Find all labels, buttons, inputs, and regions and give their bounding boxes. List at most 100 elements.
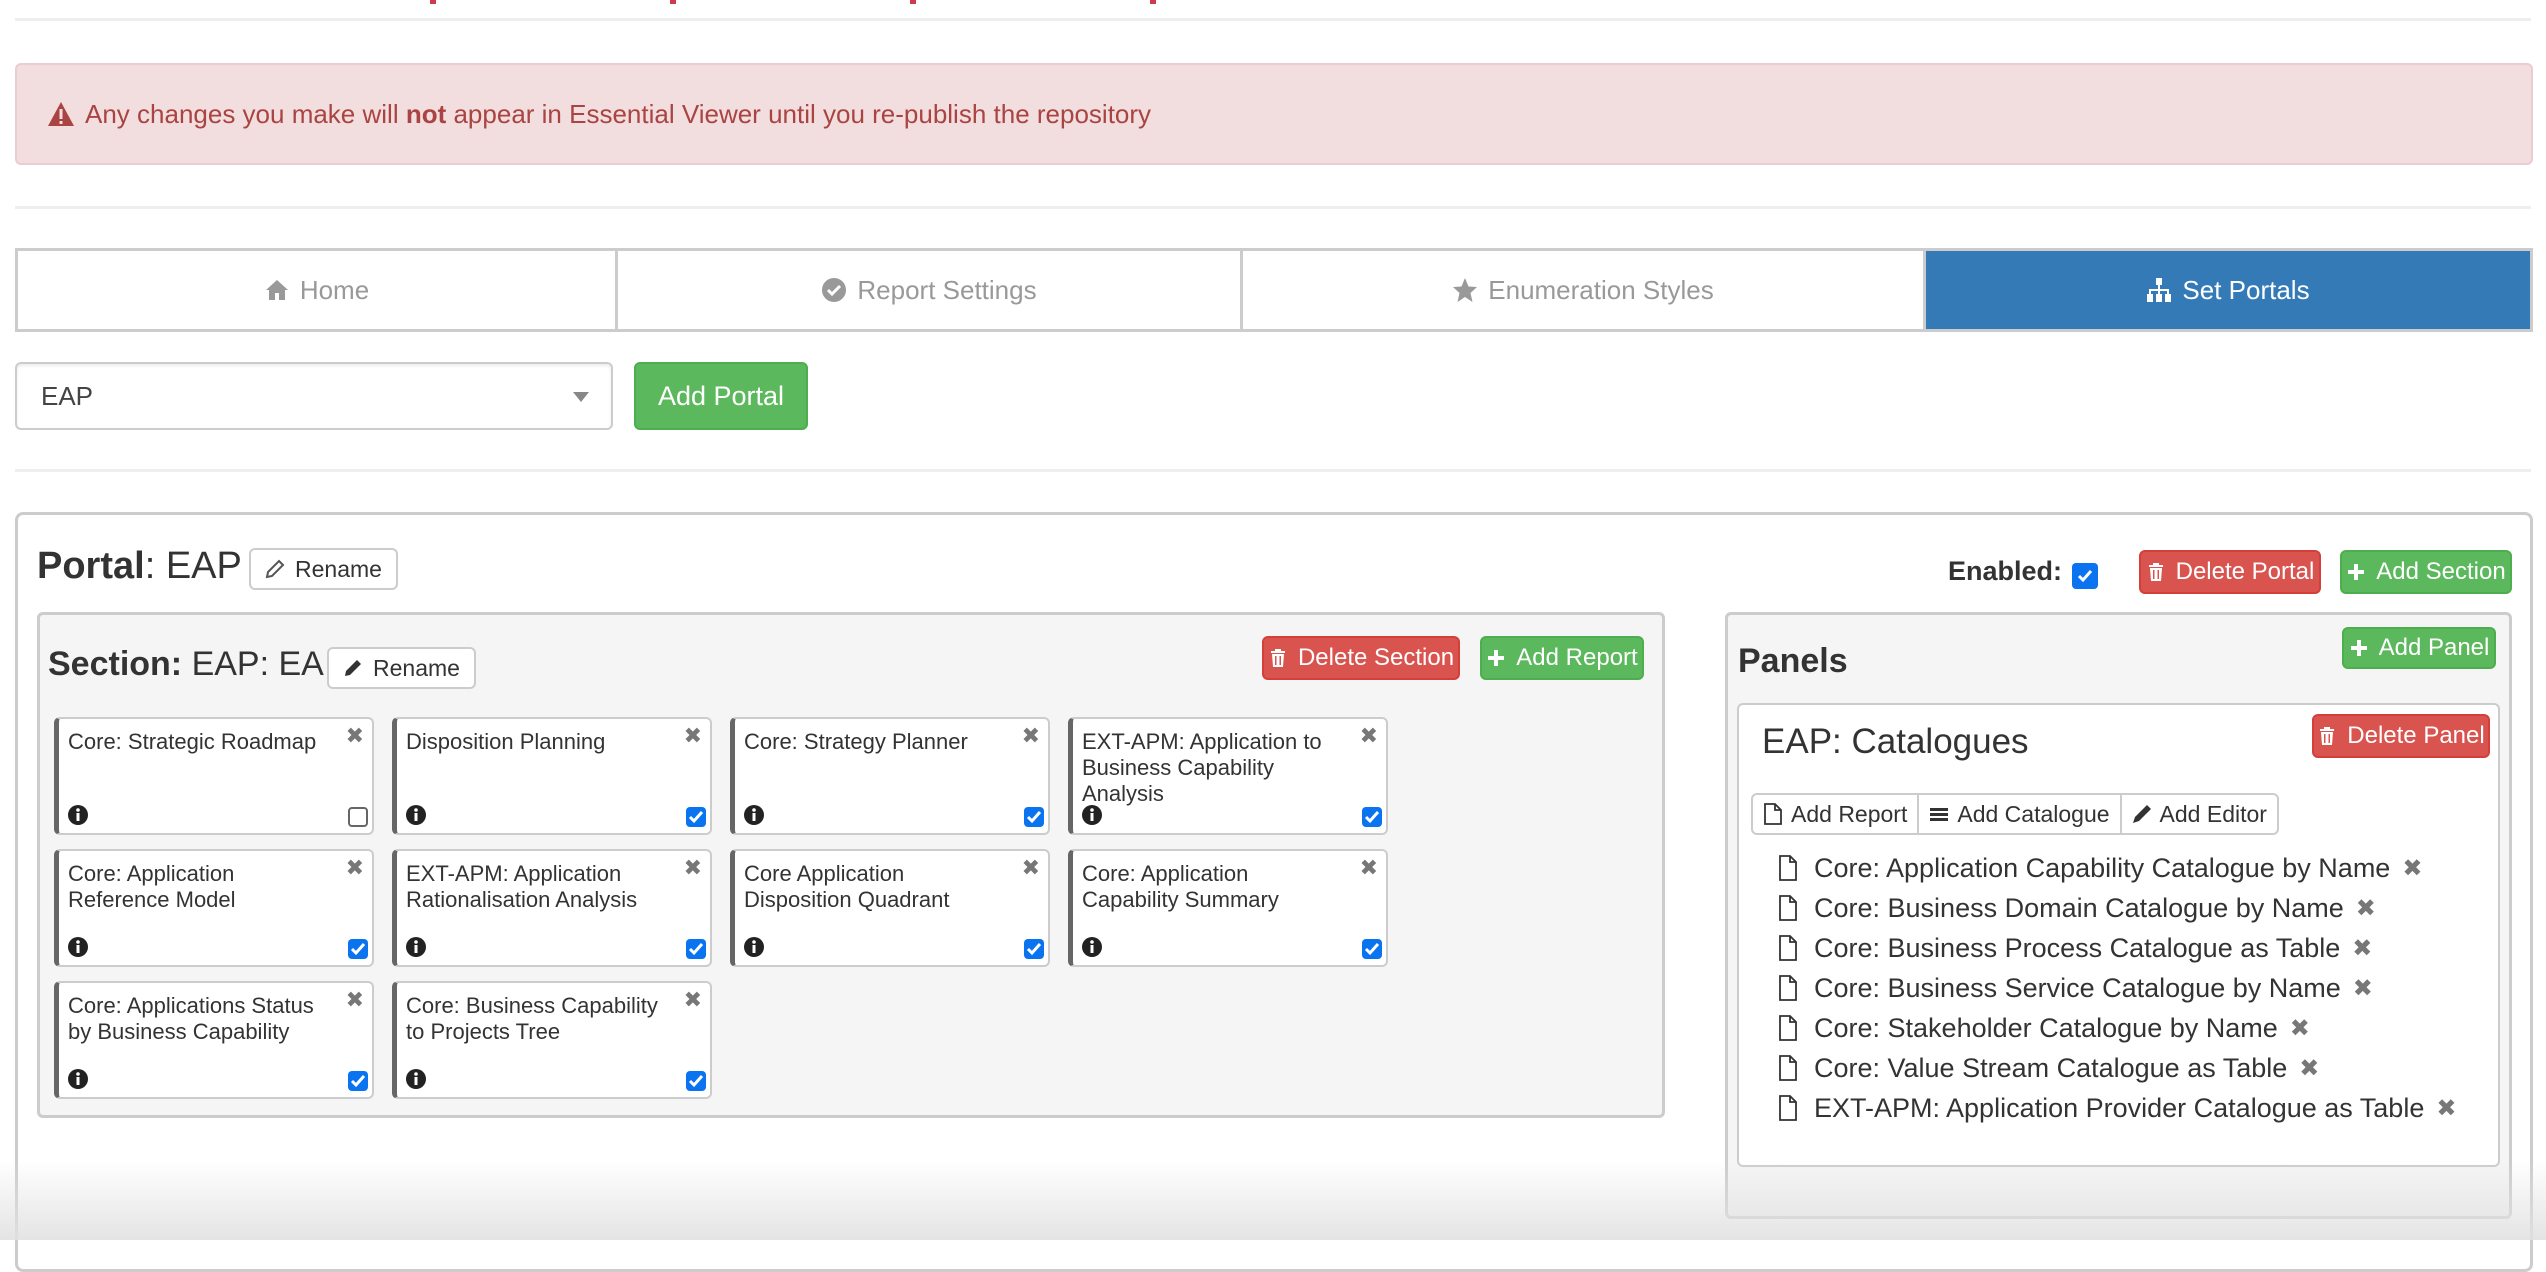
- rename-label: Rename: [373, 654, 460, 681]
- add-section-button[interactable]: Add Section: [2340, 550, 2512, 594]
- panel-add-report-button[interactable]: Add Report: [1753, 795, 1920, 833]
- add-portal-button[interactable]: Add Portal: [634, 362, 808, 430]
- portal-select[interactable]: EAP: [15, 362, 613, 430]
- report-card[interactable]: EXT-APM: Application Rationalisation Ana…: [392, 849, 712, 967]
- list-item-label: EXT-APM: Application Provider Catalogue …: [1814, 1092, 2425, 1123]
- delete-section-button[interactable]: Delete Section: [1262, 636, 1460, 680]
- delete-section-label: Delete Section: [1297, 644, 1455, 671]
- pencil-icon: [2132, 805, 2151, 823]
- remove-item-icon[interactable]: ✖: [2436, 1094, 2456, 1123]
- report-enabled-checkbox[interactable]: [1362, 939, 1382, 959]
- report-card[interactable]: Disposition Planning ✖: [392, 717, 712, 835]
- report-enabled-checkbox[interactable]: [1024, 939, 1044, 959]
- delete-panel-button[interactable]: Delete Panel: [2312, 714, 2490, 758]
- info-icon[interactable]: [68, 937, 88, 957]
- list-item: Core: Business Service Catalogue by Name…: [1778, 968, 2456, 1008]
- remove-item-icon[interactable]: ✖: [2353, 974, 2373, 1003]
- report-card[interactable]: Core: Strategy Planner ✖: [730, 717, 1050, 835]
- remove-item-icon[interactable]: ✖: [2402, 854, 2422, 883]
- panel-add-catalogue-button[interactable]: Add Catalogue: [1919, 795, 2122, 833]
- report-enabled-checkbox[interactable]: [686, 807, 706, 827]
- report-enabled-checkbox[interactable]: [348, 939, 368, 959]
- remove-report-icon[interactable]: ✖: [684, 855, 702, 881]
- report-card[interactable]: Core Application Disposition Quadrant ✖: [730, 849, 1050, 967]
- file-icon: [1779, 1055, 1797, 1081]
- report-enabled-checkbox[interactable]: [348, 807, 368, 827]
- list-item: Core: Application Capability Catalogue b…: [1778, 848, 2456, 888]
- check-icon: [1364, 943, 1380, 956]
- portal-select-value: EAP: [41, 380, 94, 411]
- delete-panel-label: Delete Panel: [2347, 722, 2485, 749]
- info-icon[interactable]: [744, 937, 764, 957]
- report-card[interactable]: Core: Strategic Roadmap ✖: [54, 717, 374, 835]
- remove-report-icon[interactable]: ✖: [1022, 855, 1040, 881]
- remove-report-icon[interactable]: ✖: [1360, 723, 1378, 749]
- report-enabled-checkbox[interactable]: [348, 1071, 368, 1091]
- remove-item-icon[interactable]: ✖: [2356, 894, 2376, 923]
- list-item-label: Core: Business Domain Catalogue by Name: [1814, 892, 2344, 923]
- remove-report-icon[interactable]: ✖: [346, 855, 364, 881]
- remove-report-icon[interactable]: ✖: [684, 987, 702, 1013]
- remove-item-icon[interactable]: ✖: [2299, 1054, 2319, 1083]
- trash-icon: [2148, 563, 2163, 581]
- rename-section-button[interactable]: Rename: [327, 647, 476, 689]
- info-icon[interactable]: [1082, 805, 1102, 825]
- enabled-label: Enabled:: [1948, 556, 2063, 586]
- add-panel-label: Add Panel: [2378, 634, 2490, 661]
- info-icon[interactable]: [68, 1069, 88, 1089]
- info-icon[interactable]: [1082, 937, 1102, 957]
- list-item-label: Core: Application Capability Catalogue b…: [1814, 852, 2391, 883]
- file-icon: [1779, 935, 1797, 961]
- portal-name: : EAP: [144, 545, 242, 587]
- check-icon: [688, 943, 704, 956]
- plus-icon: [2348, 564, 2365, 580]
- star-icon: [1453, 278, 1478, 302]
- toolbar-label: Add Catalogue: [1957, 800, 2110, 827]
- remove-report-icon[interactable]: ✖: [346, 987, 364, 1013]
- section-label: Section:: [48, 645, 183, 683]
- rename-portal-button[interactable]: Rename: [249, 548, 398, 590]
- tab-home[interactable]: Home: [18, 251, 618, 329]
- tab-set-portals[interactable]: Set Portals: [1926, 251, 2530, 329]
- remove-report-icon[interactable]: ✖: [684, 723, 702, 749]
- report-card[interactable]: EXT-APM: Application to Business Capabil…: [1068, 717, 1388, 835]
- info-icon[interactable]: [406, 1069, 426, 1089]
- report-card[interactable]: Core: Business Capability to Projects Tr…: [392, 981, 712, 1099]
- check-icon: [2077, 570, 2093, 583]
- add-section-label: Add Section: [2376, 558, 2506, 585]
- delete-portal-button[interactable]: Delete Portal: [2139, 550, 2321, 594]
- report-enabled-checkbox[interactable]: [686, 1071, 706, 1091]
- remove-report-icon[interactable]: ✖: [1360, 855, 1378, 881]
- report-card[interactable]: Core: Applications Status by Business Ca…: [54, 981, 374, 1099]
- info-icon[interactable]: [744, 805, 764, 825]
- add-panel-button[interactable]: Add Panel: [2342, 627, 2496, 669]
- tab-label: Set Portals: [2182, 274, 2310, 305]
- list-item: Core: Stakeholder Catalogue by Name ✖: [1778, 1008, 2456, 1048]
- info-icon[interactable]: [406, 805, 426, 825]
- info-icon[interactable]: [406, 937, 426, 957]
- panel-add-editor-button[interactable]: Add Editor: [2122, 795, 2277, 833]
- report-enabled-checkbox[interactable]: [1362, 807, 1382, 827]
- check-icon: [1364, 811, 1380, 824]
- report-card[interactable]: Core: Application Reference Model ✖: [54, 849, 374, 967]
- portal-enabled-checkbox[interactable]: [2072, 563, 2098, 589]
- info-icon[interactable]: [68, 805, 88, 825]
- tab-report-settings[interactable]: Report Settings: [618, 251, 1243, 329]
- report-card[interactable]: Core: Application Capability Summary ✖: [1068, 849, 1388, 967]
- warning-triangle-icon: [48, 102, 74, 126]
- tab-enumeration-styles[interactable]: Enumeration Styles: [1243, 251, 1926, 329]
- section-title: Section: EAP: EA: [48, 645, 324, 684]
- report-title: Core Application Disposition Quadrant: [744, 861, 950, 912]
- remove-item-icon[interactable]: ✖: [2352, 934, 2372, 963]
- divider: [15, 206, 2531, 209]
- list-item-label: Core: Value Stream Catalogue as Table: [1814, 1052, 2288, 1083]
- report-enabled-checkbox[interactable]: [1024, 807, 1044, 827]
- list-item-label: Core: Stakeholder Catalogue by Name: [1814, 1012, 2278, 1043]
- report-enabled-checkbox[interactable]: [686, 939, 706, 959]
- toolbar-label: Add Editor: [2159, 800, 2267, 827]
- remove-report-icon[interactable]: ✖: [346, 723, 364, 749]
- list-item-label: Core: Business Process Catalogue as Tabl…: [1814, 932, 2341, 963]
- add-report-button[interactable]: Add Report: [1480, 636, 1644, 680]
- remove-report-icon[interactable]: ✖: [1022, 723, 1040, 749]
- remove-item-icon[interactable]: ✖: [2290, 1014, 2310, 1043]
